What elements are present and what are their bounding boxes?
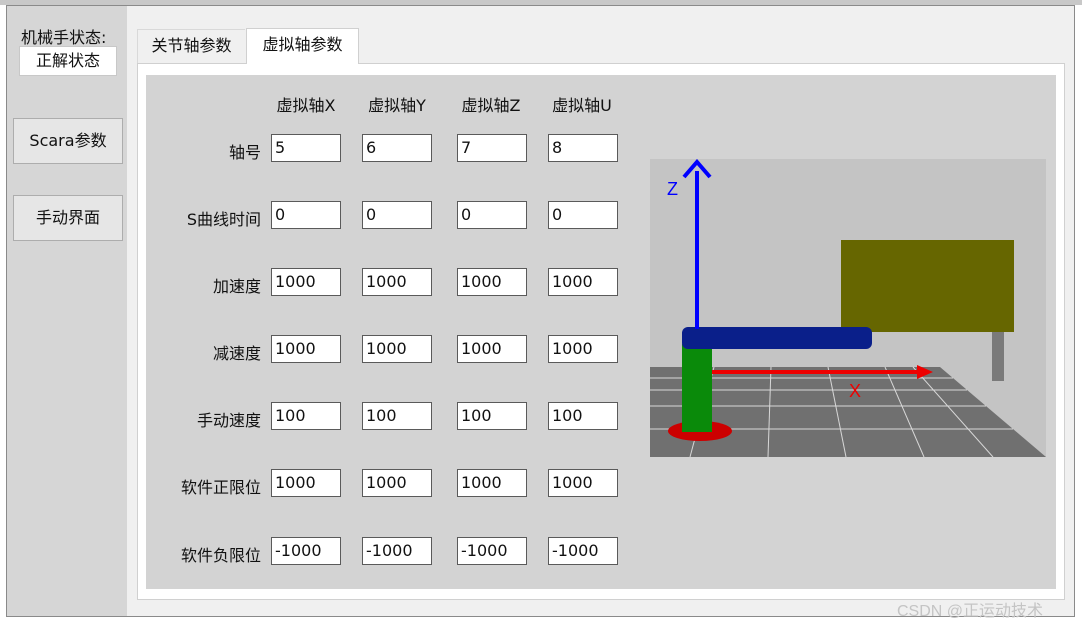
- s-curve-time-x-input[interactable]: 0: [271, 201, 341, 229]
- row-label-soft-limit-negative: 软件负限位: [180, 546, 261, 565]
- x-axis-label: X: [849, 381, 861, 401]
- olive-block: [841, 240, 1014, 332]
- row-label-acceleration: 加速度: [212, 277, 261, 296]
- soft-limit-positive-u-input[interactable]: 1000: [548, 469, 618, 497]
- axis-number-y-input[interactable]: 6: [362, 134, 432, 162]
- scara-params-button[interactable]: Scara参数: [13, 118, 123, 164]
- axis-number-x-input[interactable]: 5: [271, 134, 341, 162]
- x-axis-line: [712, 370, 917, 374]
- csdn-watermark: CSDN @正运动技术: [897, 603, 1044, 620]
- manual-speed-y-input[interactable]: 100: [362, 402, 432, 430]
- soft-limit-negative-x-input[interactable]: -1000: [271, 537, 341, 565]
- deceleration-z-input[interactable]: 1000: [457, 335, 527, 363]
- s-curve-time-y-input[interactable]: 0: [362, 201, 432, 229]
- col-header-virtual-x: 虚拟轴X: [276, 96, 336, 115]
- row-label-s-curve-time: S曲线时间: [186, 210, 261, 229]
- tab-virtual-axis-params[interactable]: 虚拟轴参数: [246, 28, 359, 64]
- row-label-deceleration: 减速度: [212, 344, 261, 363]
- deceleration-x-input[interactable]: 1000: [271, 335, 341, 363]
- col-header-virtual-z: 虚拟轴Z: [461, 96, 521, 115]
- robot-status-value: 正解状态: [19, 46, 117, 76]
- row-label-manual-speed: 手动速度: [196, 411, 261, 430]
- z-axis-line: [695, 171, 699, 329]
- robot-arm: [682, 327, 872, 349]
- soft-limit-negative-y-input[interactable]: -1000: [362, 537, 432, 565]
- acceleration-u-input[interactable]: 1000: [548, 268, 618, 296]
- col-header-virtual-u: 虚拟轴U: [552, 96, 612, 115]
- s-curve-time-z-input[interactable]: 0: [457, 201, 527, 229]
- acceleration-x-input[interactable]: 1000: [271, 268, 341, 296]
- manual-speed-u-input[interactable]: 100: [548, 402, 618, 430]
- main-content: 关节轴参数 虚拟轴参数 虚拟轴X 虚拟轴Y 虚拟轴Z 虚拟轴U 轴号 5 6 7…: [127, 6, 1074, 616]
- axis-number-z-input[interactable]: 7: [457, 134, 527, 162]
- axis-number-u-input[interactable]: 8: [548, 134, 618, 162]
- row-label-axis-number: 轴号: [228, 143, 261, 162]
- soft-limit-positive-y-input[interactable]: 1000: [362, 469, 432, 497]
- robot-column: [682, 344, 712, 432]
- virtual-axis-panel: 虚拟轴X 虚拟轴Y 虚拟轴Z 虚拟轴U 轴号 5 6 7 8 S曲线时间 0 0…: [146, 75, 1056, 589]
- soft-limit-positive-x-input[interactable]: 1000: [271, 469, 341, 497]
- app-window: 机械手状态: 正解状态 Scara参数 手动界面 关节轴参数 虚拟轴参数 虚拟轴…: [6, 5, 1075, 617]
- soft-limit-negative-u-input[interactable]: -1000: [548, 537, 618, 565]
- tab-page-virtual-axis: 虚拟轴X 虚拟轴Y 虚拟轴Z 虚拟轴U 轴号 5 6 7 8 S曲线时间 0 0…: [137, 63, 1065, 600]
- soft-limit-negative-z-input[interactable]: -1000: [457, 537, 527, 565]
- tab-joint-axis-params[interactable]: 关节轴参数: [137, 29, 245, 63]
- scara-3d-viewport[interactable]: Z X: [650, 159, 1046, 457]
- manual-speed-x-input[interactable]: 100: [271, 402, 341, 430]
- acceleration-z-input[interactable]: 1000: [457, 268, 527, 296]
- sidebar: 机械手状态: 正解状态 Scara参数 手动界面: [7, 6, 127, 616]
- acceleration-y-input[interactable]: 1000: [362, 268, 432, 296]
- s-curve-time-u-input[interactable]: 0: [548, 201, 618, 229]
- col-header-virtual-y: 虚拟轴Y: [368, 96, 426, 115]
- z-axis-label: Z: [667, 179, 678, 199]
- deceleration-u-input[interactable]: 1000: [548, 335, 618, 363]
- deceleration-y-input[interactable]: 1000: [362, 335, 432, 363]
- soft-limit-positive-z-input[interactable]: 1000: [457, 469, 527, 497]
- manual-speed-z-input[interactable]: 100: [457, 402, 527, 430]
- block-support-leg: [992, 329, 1004, 381]
- row-label-soft-limit-positive: 软件正限位: [180, 478, 261, 497]
- manual-interface-button[interactable]: 手动界面: [13, 195, 123, 241]
- robot-status-label: 机械手状态:: [21, 28, 107, 47]
